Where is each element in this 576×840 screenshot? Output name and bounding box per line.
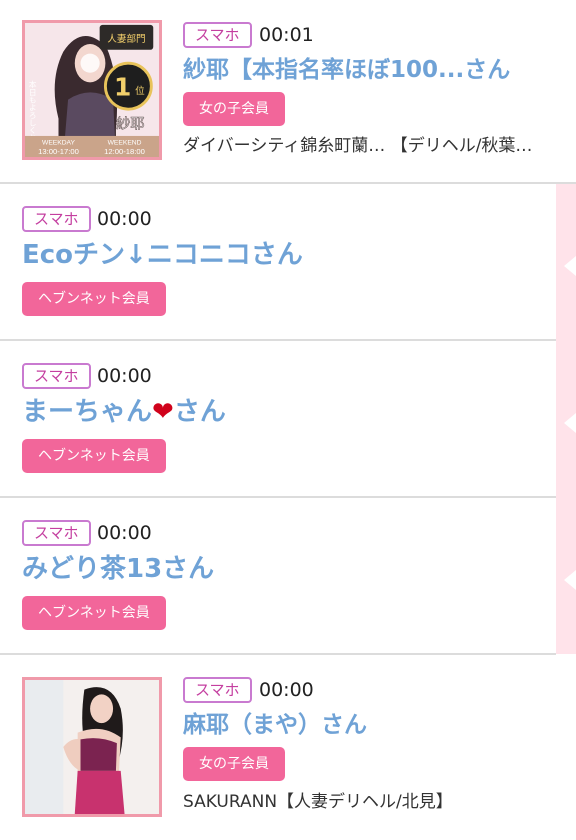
device-badge: スマホ	[22, 206, 91, 232]
user-name-link[interactable]: まーちゃん❤さん	[22, 397, 226, 427]
user-name-link[interactable]: みどり茶13さん	[22, 554, 214, 584]
list-item[interactable]: スマホ 00:00 みどり茶13さん ヘブンネット会員	[0, 498, 556, 655]
user-name-link[interactable]: 麻耶（まや）さん	[183, 710, 367, 740]
weekday-hours: 13:00-17:00	[38, 147, 79, 156]
list-item[interactable]: スマホ 00:00 麻耶（まや）さん 女の子会員 SAKURANN【人妻デリヘル…	[0, 655, 576, 840]
notch-decoration	[564, 413, 576, 433]
shop-link[interactable]: SAKURANN【人妻デリヘル/北見】	[183, 791, 453, 813]
profile-photo	[25, 680, 159, 814]
ribbon-text: 人妻部門	[107, 33, 145, 45]
name-suffix: さん	[173, 397, 226, 427]
shop-link[interactable]: ダイバーシティ錦糸町蘭… 【デリヘル/秋葉…	[183, 135, 532, 157]
heart-icon: ❤	[152, 397, 174, 427]
rank-number: 1	[114, 73, 131, 102]
list-item[interactable]: スマホ 00:00 まーちゃん❤さん ヘブンネット会員	[0, 341, 556, 498]
user-name-link[interactable]: Ecoチン↓ニコニコさん	[22, 240, 303, 270]
weekend-hours: 12:00-18:00	[104, 147, 145, 156]
girl-name-text: 紗耶	[116, 115, 145, 132]
device-badge: スマホ	[22, 520, 91, 546]
weekday-label: WEEKDAY	[42, 140, 75, 147]
member-badge: 女の子会員	[183, 747, 285, 781]
user-name-link[interactable]: 紗耶【本指名率ほぼ100...さん	[183, 55, 510, 85]
device-badge: スマホ	[183, 677, 252, 703]
device-badge: スマホ	[183, 22, 252, 48]
access-time: 00:00	[97, 208, 152, 230]
avatar[interactable]	[22, 677, 162, 817]
notch-decoration	[564, 256, 576, 276]
access-time: 00:00	[97, 365, 152, 387]
member-badge: ヘブンネット会員	[22, 282, 166, 316]
rank-unit: 位	[135, 85, 145, 97]
member-badge: 女の子会員	[183, 92, 285, 126]
list-item[interactable]: 人妻部門 1 位 紗耶 本日もよろしくお願いします WEEKDAY 13:00-…	[0, 0, 576, 184]
avatar[interactable]: 人妻部門 1 位 紗耶 本日もよろしくお願いします WEEKDAY 13:00-…	[22, 20, 162, 160]
access-time: 00:01	[259, 24, 314, 46]
weekend-label: WEEKEND	[108, 140, 142, 147]
access-feed: 人妻部門 1 位 紗耶 本日もよろしくお願いします WEEKDAY 13:00-…	[0, 0, 576, 840]
access-time: 00:00	[259, 679, 314, 701]
side-decoration	[556, 184, 576, 654]
access-time: 00:00	[97, 522, 152, 544]
profile-photo: 人妻部門 1 位 紗耶 本日もよろしくお願いします WEEKDAY 13:00-…	[25, 23, 159, 157]
name-text: まーちゃん	[22, 397, 153, 427]
member-badge: ヘブンネット会員	[22, 596, 166, 630]
device-badge: スマホ	[22, 363, 91, 389]
member-badge: ヘブンネット会員	[22, 439, 166, 473]
notch-decoration	[564, 570, 576, 590]
list-item[interactable]: スマホ 00:00 Ecoチン↓ニコニコさん ヘブンネット会員	[0, 184, 556, 341]
